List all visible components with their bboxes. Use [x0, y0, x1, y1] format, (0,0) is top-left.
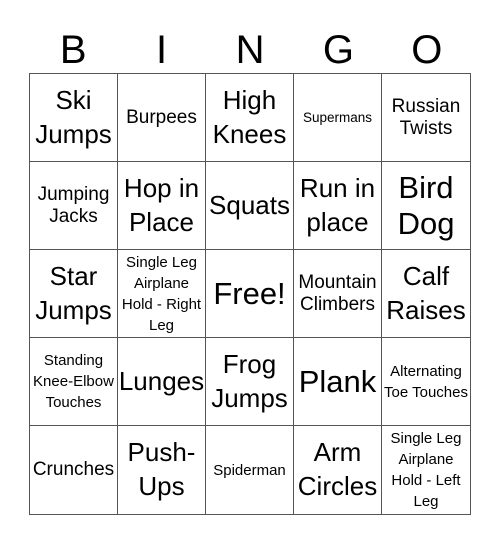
- bingo-cell[interactable]: Ski Jumps: [30, 74, 118, 162]
- header-letter-b: B: [59, 28, 87, 72]
- header-letter-n: N: [235, 28, 265, 72]
- bingo-cell[interactable]: Star Jumps: [30, 250, 118, 338]
- bingo-cell[interactable]: Bird Dog: [382, 162, 470, 250]
- bingo-cell[interactable]: High Knees: [206, 74, 294, 162]
- bingo-cell-free-space[interactable]: Free!: [206, 250, 294, 338]
- bingo-cell[interactable]: Run in place: [294, 162, 382, 250]
- header-letter-g: G: [322, 28, 354, 72]
- bingo-cell[interactable]: Crunches: [30, 426, 118, 514]
- bingo-cell[interactable]: Russian Twists: [382, 74, 470, 162]
- bingo-cell[interactable]: Squats: [206, 162, 294, 250]
- bingo-cell[interactable]: Mountain Climbers: [294, 250, 382, 338]
- bingo-card-grid: Ski Jumps Burpees High Knees Supermans Russi…: [29, 73, 471, 515]
- bingo-cell[interactable]: Alternating Toe Touches: [382, 338, 470, 426]
- bingo-header: B I N G O: [29, 28, 471, 72]
- bingo-cell[interactable]: Frog Jumps: [206, 338, 294, 426]
- bingo-cell[interactable]: Single Leg Airplane Hold - Left Leg: [382, 426, 470, 514]
- bingo-cell[interactable]: Hop in Place: [118, 162, 206, 250]
- bingo-cell[interactable]: Plank: [294, 338, 382, 426]
- header-letter-i: I: [156, 28, 168, 72]
- bingo-cell[interactable]: Single Leg Airplane Hold - Right Leg: [118, 250, 206, 338]
- bingo-cell[interactable]: Burpees: [118, 74, 206, 162]
- bingo-cell[interactable]: Calf Raises: [382, 250, 470, 338]
- bingo-cell[interactable]: Standing Knee-Elbow Touches: [30, 338, 118, 426]
- bingo-cell[interactable]: Arm Circles: [294, 426, 382, 514]
- header-letter-o: O: [411, 28, 443, 72]
- bingo-cell[interactable]: Push-Ups: [118, 426, 206, 514]
- bingo-cell[interactable]: Supermans: [294, 74, 382, 162]
- bingo-cell[interactable]: Jumping Jacks: [30, 162, 118, 250]
- bingo-cell[interactable]: Lunges: [118, 338, 206, 426]
- bingo-cell[interactable]: Spiderman: [206, 426, 294, 514]
